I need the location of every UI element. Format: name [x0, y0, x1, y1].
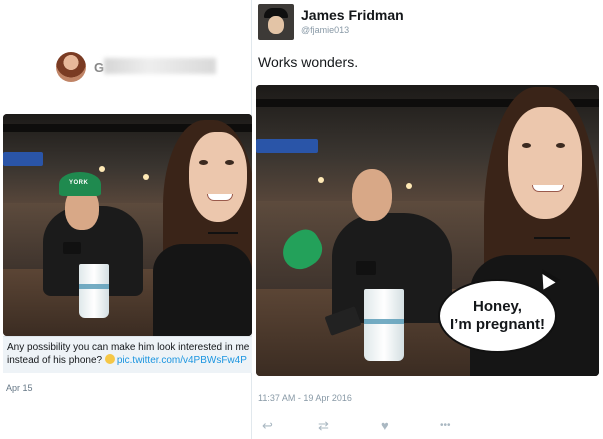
name-blur-redaction	[104, 58, 216, 74]
tweet-timestamp[interactable]: 11:37 AM - 19 Apr 2016	[258, 393, 352, 403]
speech-bubble: Honey, I’m pregnant!	[438, 279, 557, 353]
cap-logo-text: YORK	[69, 180, 89, 186]
phone	[356, 261, 376, 275]
emoji-icon	[104, 354, 115, 364]
left-tweet-photo[interactable]: YORK	[3, 114, 252, 336]
woman-face	[189, 132, 247, 222]
bubble-line-2: I’m pregnant!	[449, 316, 545, 333]
cup	[79, 264, 109, 318]
author-name[interactable]: James Fridman	[301, 7, 404, 23]
green-cap: YORK	[59, 172, 101, 196]
left-tweet-caption: Any possibility you can make him look in…	[3, 336, 252, 373]
tweet-text: Works wonders.	[258, 54, 359, 70]
author-avatar[interactable]	[258, 4, 294, 40]
left-tweet-date[interactable]: Apr 15	[6, 383, 33, 393]
blue-lamp	[3, 152, 43, 166]
left-avatar[interactable]	[56, 52, 86, 82]
woman-shirt	[153, 244, 252, 336]
caption-link[interactable]: pic.twitter.com/v4PBWsFw4P	[117, 355, 247, 366]
more-icon[interactable]: •••	[440, 420, 451, 431]
woman-face	[508, 107, 582, 219]
retweet-icon[interactable]: ⇄	[318, 418, 329, 434]
author-handle[interactable]: @fjamie013	[301, 25, 349, 35]
bubble-line-1: Honey,	[473, 298, 522, 315]
man-head	[352, 169, 392, 221]
reply-icon[interactable]: ↩	[262, 418, 273, 434]
cup	[364, 289, 404, 361]
blue-lamp	[256, 139, 318, 153]
phone	[63, 242, 81, 254]
left-author-name-redacted[interactable]: G	[94, 60, 104, 75]
like-icon[interactable]: ♥	[381, 418, 389, 433]
